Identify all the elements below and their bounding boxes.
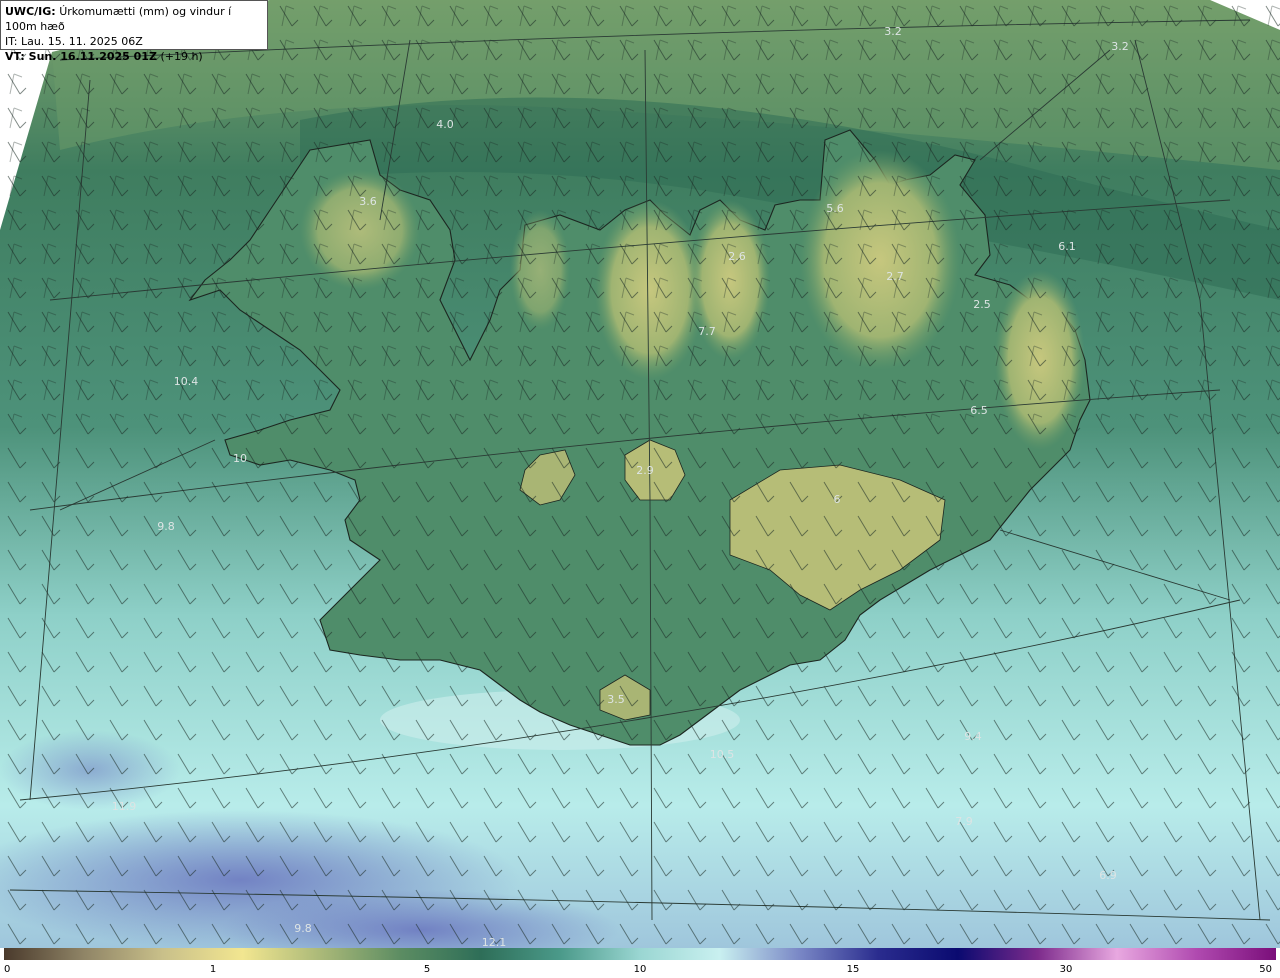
map-value-label: 5.6 <box>826 202 844 215</box>
map-value-label: 7.9 <box>955 815 973 828</box>
lead-time: (+19 h) <box>160 50 203 63</box>
map-value-label: 9.8 <box>294 922 312 935</box>
map-value-label: 2.5 <box>973 298 991 311</box>
map-value-label: 7.7 <box>698 325 716 338</box>
init-time: IT: Lau. 15. 11. 2025 06Z <box>5 35 143 48</box>
map-value-label: 3.6 <box>359 195 377 208</box>
colorbar: 0 1 5 10 15 30 50 <box>0 948 1280 978</box>
map-value-label: 6.1 <box>1058 240 1076 253</box>
map-value-label: 2.7 <box>886 270 904 283</box>
map-value-label: 12.1 <box>482 936 507 948</box>
map-value-label: 3.5 <box>607 693 625 706</box>
map-value-label: 3.2 <box>1111 40 1129 53</box>
model-name: UWC/IG: <box>5 5 56 18</box>
map-value-label: 11.9 <box>112 800 137 813</box>
map-value-label: 10.5 <box>710 748 735 761</box>
colorbar-strip <box>4 948 1276 960</box>
colorbar-tick-label: 0 <box>4 964 11 975</box>
colorbar-tick-label: 10 <box>633 964 647 975</box>
colorbar-tick-label: 5 <box>423 964 431 975</box>
map-value-label: 6.5 <box>970 404 988 417</box>
map-value-label: 9.4 <box>964 730 982 743</box>
map-value-label: 2.9 <box>636 464 654 477</box>
colorbar-tick-label: 50 <box>1259 964 1272 975</box>
colorbar-tick-label: 15 <box>846 964 860 975</box>
map-value-label: 6.9 <box>1099 869 1117 882</box>
valid-time: VT: Sun. 16.11.2025 01Z <box>5 50 157 63</box>
map-header: UWC/IG: Úrkomumætti (mm) og vindur í 100… <box>0 0 268 63</box>
map-value-label: 4.0 <box>436 118 454 131</box>
map-value-label: 10 <box>233 452 247 465</box>
map-value-label: 9.8 <box>157 520 175 533</box>
precipitation-map[interactable]: 3.2 3.2 4.0 3.6 5.6 6.1 2.6 2.7 2.5 7.7 10.4 6.5 10 2… <box>0 0 1280 948</box>
colorbar-tick-label: 1 <box>209 964 217 975</box>
colorbar-tick-label: 30 <box>1059 964 1073 975</box>
map-value-label: 2.6 <box>728 250 746 263</box>
map-value-label: 10.4 <box>174 375 199 388</box>
map-value-label: 3.2 <box>884 25 902 38</box>
map-value-label: 6 <box>834 493 841 506</box>
